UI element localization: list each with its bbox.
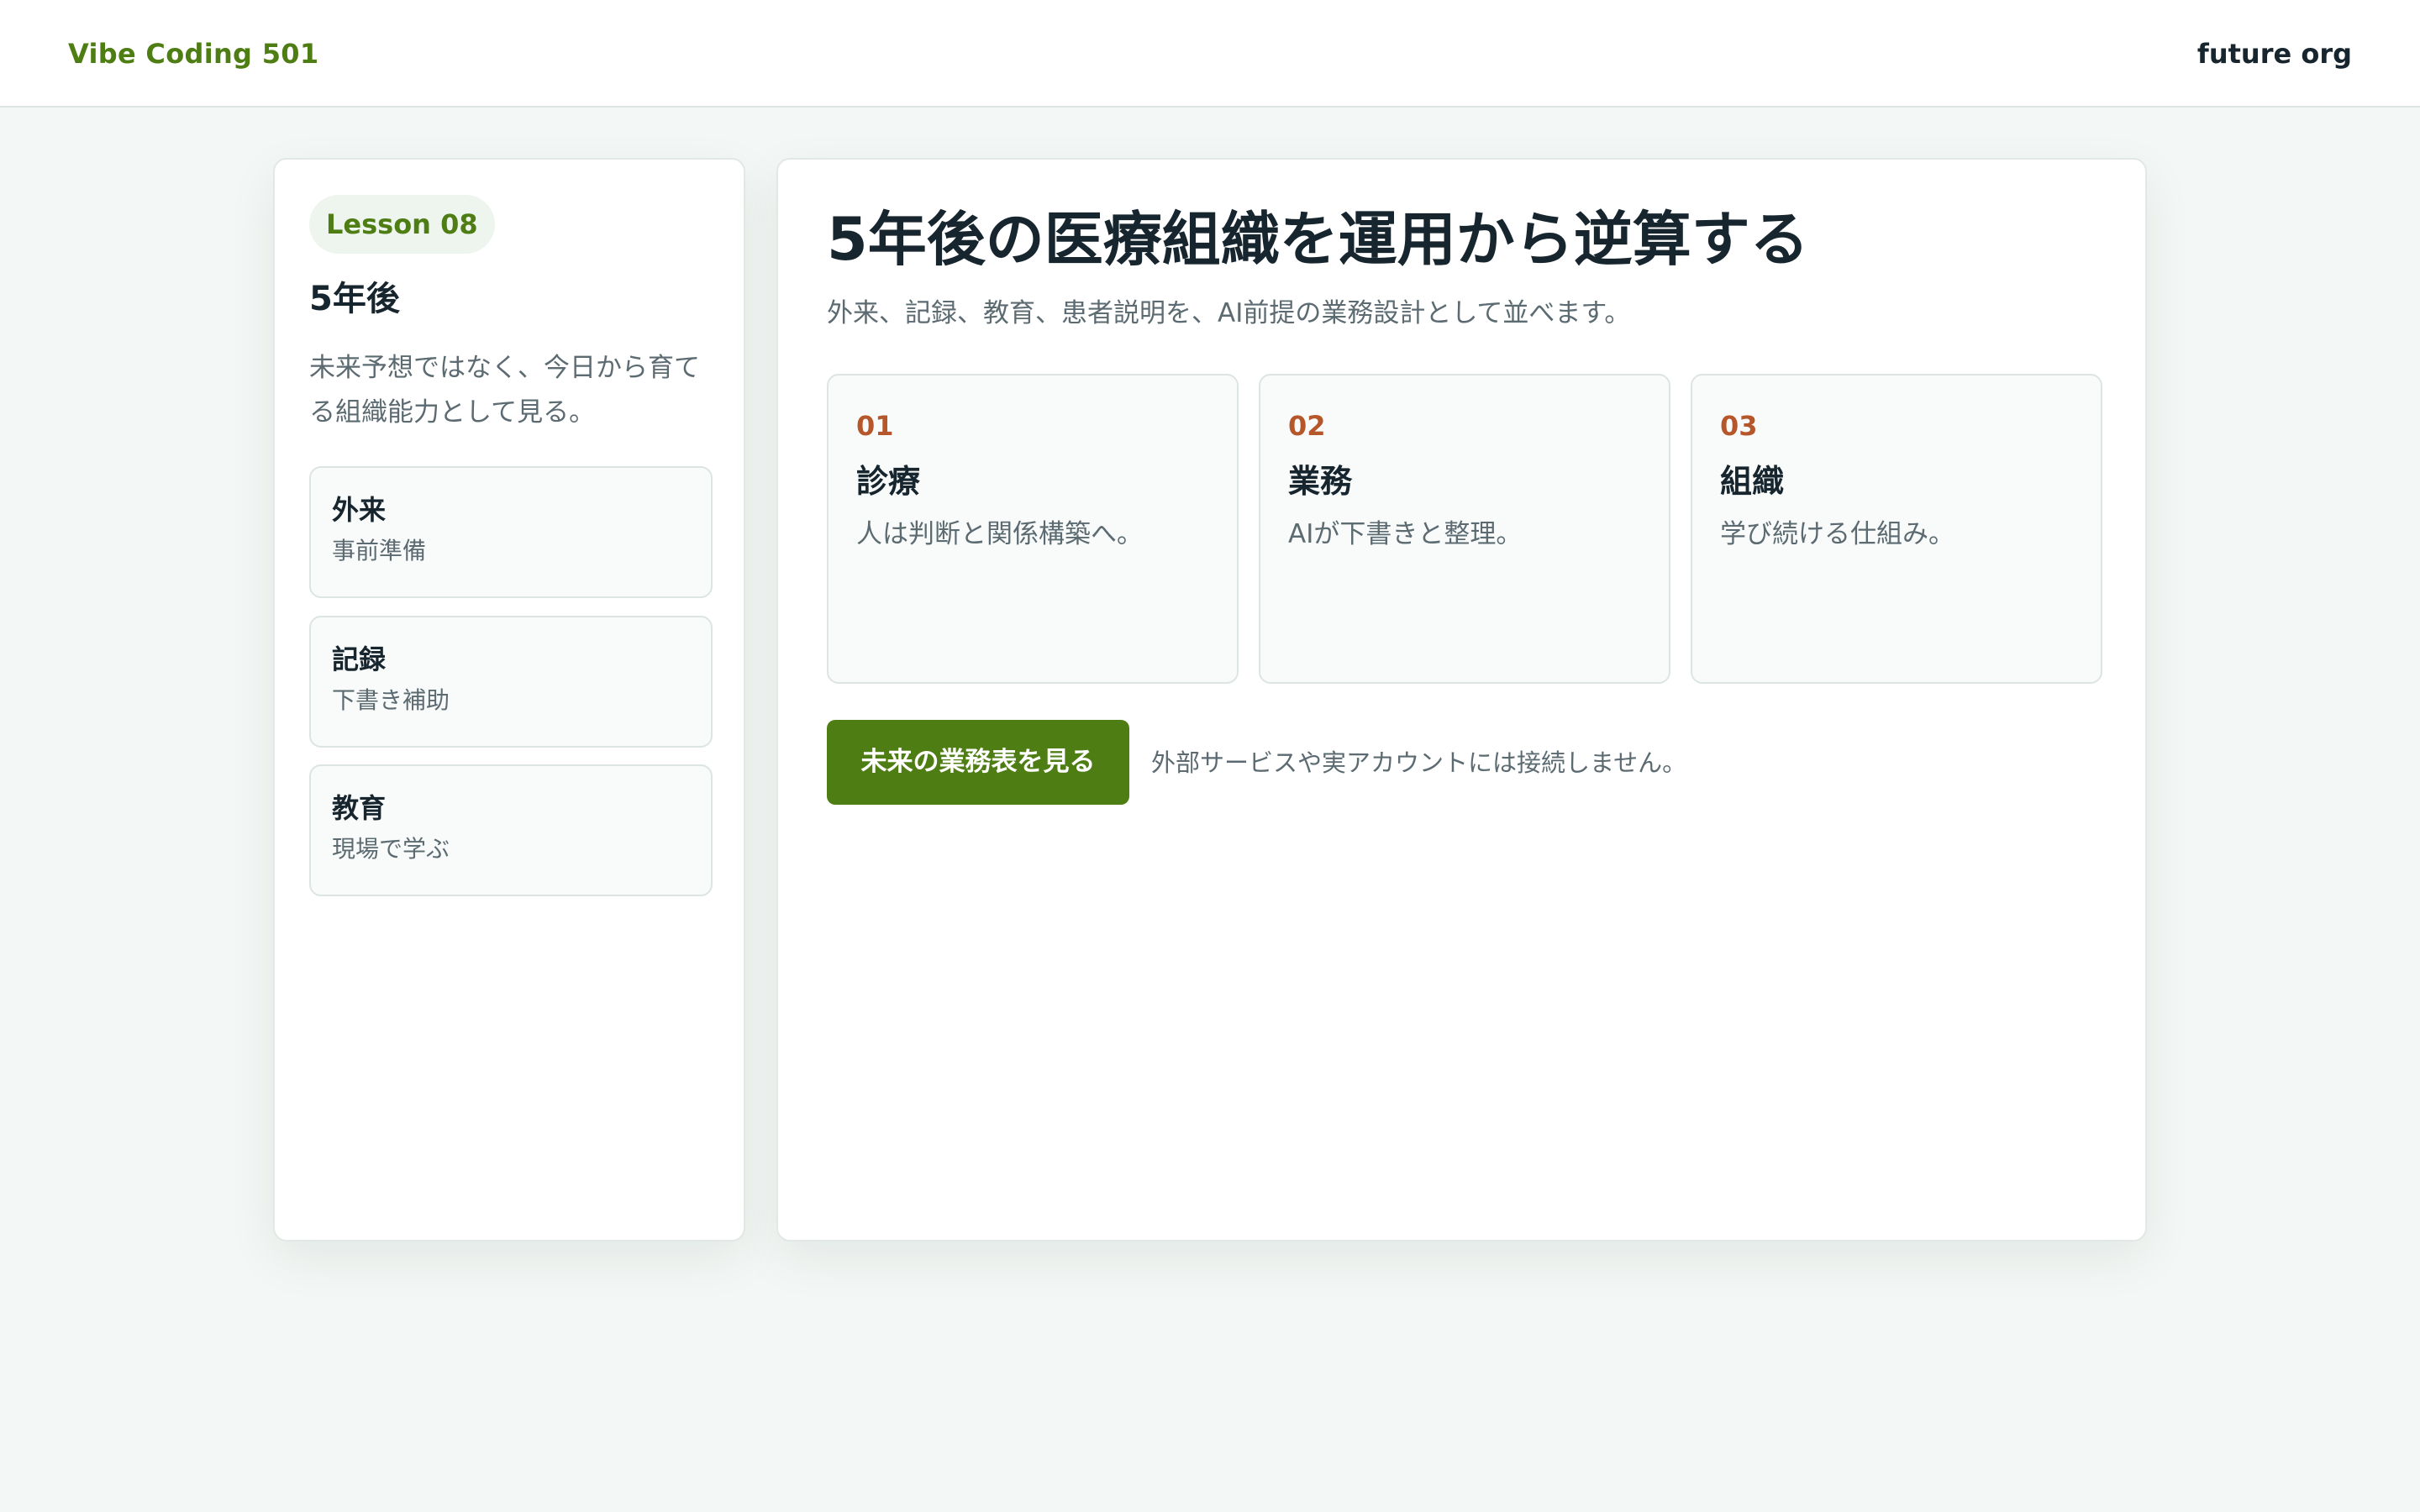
card-number: 02	[1288, 410, 1326, 442]
sidebar-title: 5年後	[309, 280, 400, 318]
top-bar: Vibe Coding 501 future org	[0, 0, 2420, 108]
sidebar-item-title: 教育	[332, 792, 387, 824]
disclaimer-note: 外部サービスや実アカウントには接続しません。	[1151, 748, 1687, 777]
card-clinical: 01 診療 人は判断と関係構築へ。	[827, 374, 1239, 684]
card-description: 学び続ける仕組み。	[1720, 519, 1954, 549]
card-title: 組織	[1720, 463, 1785, 500]
card-number: 01	[856, 410, 894, 442]
card-description: 人は判断と関係構築へ。	[856, 519, 1143, 549]
sidebar-item-title: 外来	[332, 494, 387, 526]
card-title: 診療	[856, 463, 921, 500]
sidebar-item-subtitle: 下書き補助	[332, 686, 450, 714]
brand-title[interactable]: Vibe Coding 501	[68, 34, 318, 74]
sidebar-item-education[interactable]: 教育 現場で学ぶ	[309, 764, 713, 896]
sidebar-description: 未来予想ではなく、今日から育てる組織能力として見る。	[309, 353, 700, 428]
lesson-sidebar: Lesson 08 5年後 未来予想ではなく、今日から育てる組織能力として見る。…	[273, 158, 745, 1242]
sidebar-item-title: 記録	[332, 643, 387, 675]
page-title: 5年後の医療組織を運用から逆算する	[827, 205, 1809, 274]
card-description: AIが下書きと整理。	[1288, 519, 1523, 549]
org-name: future org	[2196, 38, 2352, 70]
view-future-schedule-button[interactable]: 未来の業務表を見る	[827, 720, 1129, 805]
sidebar-item-subtitle: 現場で学ぶ	[332, 835, 450, 863]
sidebar-item-records[interactable]: 記録 下書き補助	[309, 616, 713, 748]
card-title: 業務	[1288, 463, 1353, 500]
card-operations: 02 業務 AIが下書きと整理。	[1259, 374, 1670, 684]
card-number: 03	[1720, 410, 1758, 442]
sidebar-item-outpatient[interactable]: 外来 事前準備	[309, 466, 713, 598]
lesson-badge: Lesson 08	[309, 195, 495, 254]
card-organization: 03 組織 学び続ける仕組み。	[1691, 374, 2102, 684]
page-subtitle: 外来、記録、教育、患者説明を、AI前提の業務設計として並べます。	[827, 298, 1631, 328]
main-panel: 5年後の医療組織を運用から逆算する 外来、記録、教育、患者説明を、AI前提の業務…	[776, 158, 2147, 1242]
sidebar-item-subtitle: 事前準備	[332, 537, 427, 564]
